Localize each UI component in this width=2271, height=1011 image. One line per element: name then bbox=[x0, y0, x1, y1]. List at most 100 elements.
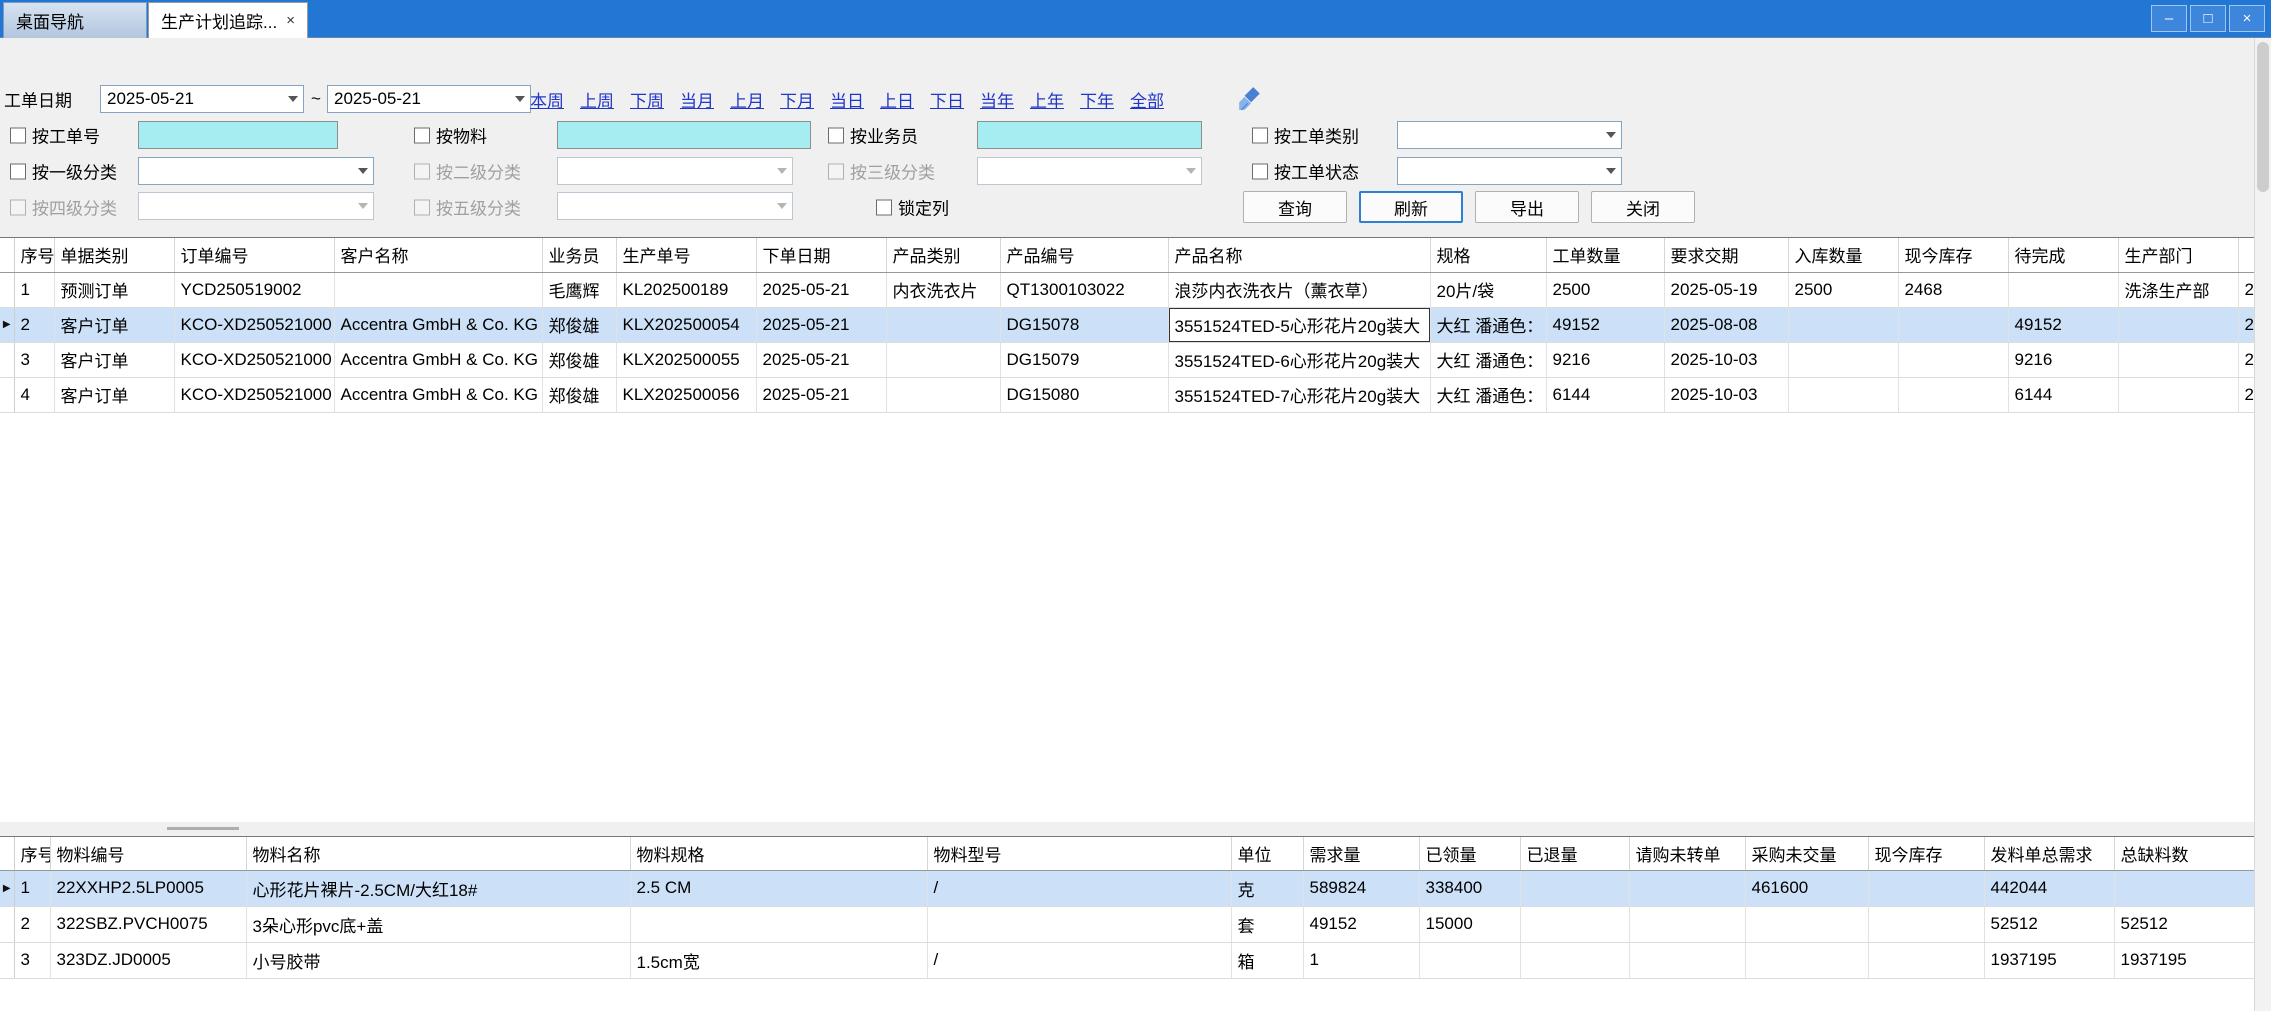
cell-unit[interactable]: 套 bbox=[1231, 906, 1303, 942]
cell-product-code[interactable]: DG15078 bbox=[1000, 307, 1168, 342]
cell-customer[interactable]: Accentra GmbH & Co. KG bbox=[334, 342, 542, 377]
cell-in-qty[interactable] bbox=[1788, 377, 1898, 412]
cell-material-name[interactable]: 3朵心形pvc底+盖 bbox=[246, 906, 630, 942]
cell-in-qty[interactable] bbox=[1788, 307, 1898, 342]
cell-stock[interactable] bbox=[1898, 342, 2008, 377]
column-header[interactable]: 工单数量 bbox=[1546, 238, 1664, 272]
cell-order-qty[interactable]: 49152 bbox=[1546, 307, 1664, 342]
row-selector-gutter[interactable] bbox=[0, 272, 14, 307]
cell-stock[interactable]: 2468 bbox=[1898, 272, 2008, 307]
checkbox-icon[interactable] bbox=[828, 127, 844, 143]
material-input[interactable] bbox=[557, 121, 811, 149]
cell-due-date[interactable]: 2025-08-08 bbox=[1664, 307, 1788, 342]
quick-date-link[interactable]: 下日 bbox=[930, 87, 964, 112]
cell-material-code[interactable]: 322SBZ.PVCH0075 bbox=[50, 906, 246, 942]
cell-pr-unconverted[interactable] bbox=[1629, 870, 1745, 906]
chevron-down-icon[interactable] bbox=[1601, 132, 1621, 138]
row-selector-gutter[interactable]: ▶ bbox=[0, 870, 14, 906]
cell-required-qty[interactable]: 1 bbox=[1303, 942, 1419, 978]
cell-po-outstanding[interactable] bbox=[1745, 942, 1868, 978]
cell-spec[interactable]: 大红 潘通色： bbox=[1430, 342, 1546, 377]
cell-product-code[interactable]: DG15080 bbox=[1000, 377, 1168, 412]
column-header[interactable]: 已退量 bbox=[1520, 837, 1629, 870]
cell-extra[interactable]: 2 bbox=[2238, 272, 2254, 307]
row-selector-gutter[interactable] bbox=[0, 342, 14, 377]
column-header[interactable]: 订单编号 bbox=[174, 238, 334, 272]
cell-doc-type[interactable]: 客户订单 bbox=[54, 307, 174, 342]
cell-returned-qty[interactable] bbox=[1520, 942, 1629, 978]
filter-checkbox-work-order-no[interactable]: 按工单号 bbox=[10, 123, 100, 148]
tab-desktop-navigation[interactable]: 桌面导航 bbox=[3, 2, 147, 38]
column-header[interactable]: 单位 bbox=[1231, 837, 1303, 870]
cell-product-name[interactable]: 3551524TED-6心形花片20g装大 bbox=[1168, 342, 1430, 377]
maximize-button[interactable]: □ bbox=[2190, 5, 2226, 32]
quick-date-link[interactable]: 上日 bbox=[880, 87, 914, 112]
quick-date-link[interactable]: 上月 bbox=[730, 87, 764, 112]
checkbox-icon[interactable] bbox=[876, 199, 892, 215]
cell-material-name[interactable]: 心形花片裸片-2.5CM/大红18# bbox=[246, 870, 630, 906]
cell-department[interactable] bbox=[2118, 307, 2238, 342]
cell-product-category[interactable] bbox=[886, 377, 1000, 412]
column-header[interactable]: 业务员 bbox=[542, 238, 616, 272]
column-header[interactable] bbox=[2238, 238, 2254, 272]
column-header[interactable]: 已领量 bbox=[1419, 837, 1520, 870]
chevron-down-icon[interactable] bbox=[510, 96, 530, 102]
checkbox-icon[interactable] bbox=[414, 127, 430, 143]
quick-date-link[interactable]: 本周 bbox=[530, 87, 564, 112]
cell-stock[interactable] bbox=[1868, 906, 1984, 942]
quick-date-link[interactable]: 上周 bbox=[580, 87, 614, 112]
material-row[interactable]: 2 322SBZ.PVCH0075 3朵心形pvc底+盖 套 49152 150… bbox=[0, 906, 2254, 942]
column-header[interactable]: 物料编号 bbox=[50, 837, 246, 870]
column-header[interactable]: 物料规格 bbox=[630, 837, 927, 870]
cell-unit[interactable]: 箱 bbox=[1231, 942, 1303, 978]
cell-doc-type[interactable]: 客户订单 bbox=[54, 377, 174, 412]
cell-order-date[interactable]: 2025-05-21 bbox=[756, 272, 886, 307]
column-header[interactable]: 待完成 bbox=[2008, 238, 2118, 272]
checkbox-icon[interactable] bbox=[1252, 127, 1268, 143]
cell-due-date[interactable]: 2025-05-19 bbox=[1664, 272, 1788, 307]
column-header[interactable]: 采购未交量 bbox=[1745, 837, 1868, 870]
cell-material-model[interactable]: / bbox=[927, 942, 1231, 978]
cell-production-order-no[interactable]: KL202500189 bbox=[616, 272, 756, 307]
filter-checkbox-work-order-status[interactable]: 按工单状态 bbox=[1252, 159, 1359, 184]
column-header[interactable]: 序号 bbox=[14, 238, 54, 272]
column-header[interactable]: 物料名称 bbox=[246, 837, 630, 870]
cell-stock[interactable] bbox=[1868, 870, 1984, 906]
cell-material-model[interactable]: / bbox=[927, 870, 1231, 906]
cell-due-date[interactable]: 2025-10-03 bbox=[1664, 342, 1788, 377]
cell-doc-type[interactable]: 客户订单 bbox=[54, 342, 174, 377]
close-window-button[interactable]: × bbox=[2229, 5, 2265, 32]
cell-seq[interactable]: 2 bbox=[14, 307, 54, 342]
level1-combo[interactable] bbox=[138, 157, 374, 185]
cell-material-name[interactable]: 小号胶带 bbox=[246, 942, 630, 978]
cell-order-qty[interactable]: 9216 bbox=[1546, 342, 1664, 377]
horizontal-splitter[interactable] bbox=[0, 822, 2254, 836]
refresh-button[interactable]: 刷新 bbox=[1359, 191, 1463, 223]
column-header[interactable]: 现今库存 bbox=[1868, 837, 1984, 870]
minimize-button[interactable]: – bbox=[2151, 5, 2187, 32]
filter-checkbox-material[interactable]: 按物料 bbox=[414, 123, 487, 148]
cell-issued-qty[interactable]: 15000 bbox=[1419, 906, 1520, 942]
chevron-down-icon[interactable] bbox=[353, 168, 373, 174]
cell-unit[interactable]: 克 bbox=[1231, 870, 1303, 906]
cell-extra[interactable]: 2 bbox=[2238, 307, 2254, 342]
cell-total-shortage[interactable]: 52512 bbox=[2114, 906, 2254, 942]
cell-product-category[interactable]: 内衣洗衣片 bbox=[886, 272, 1000, 307]
quick-date-link[interactable]: 当月 bbox=[680, 87, 714, 112]
cell-pr-unconverted[interactable] bbox=[1629, 942, 1745, 978]
export-button[interactable]: 导出 bbox=[1475, 191, 1579, 223]
column-header[interactable]: 序号 bbox=[14, 837, 50, 870]
cell-returned-qty[interactable] bbox=[1520, 906, 1629, 942]
cell-spec[interactable]: 大红 潘通色： bbox=[1430, 307, 1546, 342]
cell-due-date[interactable]: 2025-10-03 bbox=[1664, 377, 1788, 412]
column-header[interactable]: 下单日期 bbox=[756, 238, 886, 272]
vertical-scrollbar[interactable] bbox=[2254, 38, 2271, 1011]
cell-total-shortage[interactable] bbox=[2114, 870, 2254, 906]
cell-customer[interactable]: Accentra GmbH & Co. KG bbox=[334, 307, 542, 342]
cell-pr-unconverted[interactable] bbox=[1629, 906, 1745, 942]
cell-product-category[interactable] bbox=[886, 307, 1000, 342]
filter-checkbox-salesman[interactable]: 按业务员 bbox=[828, 123, 918, 148]
close-button[interactable]: 关闭 bbox=[1591, 191, 1695, 223]
order-row[interactable]: ▶ 2 客户订单 KCO-XD250521000 Accentra GmbH &… bbox=[0, 307, 2254, 342]
cell-seq[interactable]: 4 bbox=[14, 377, 54, 412]
